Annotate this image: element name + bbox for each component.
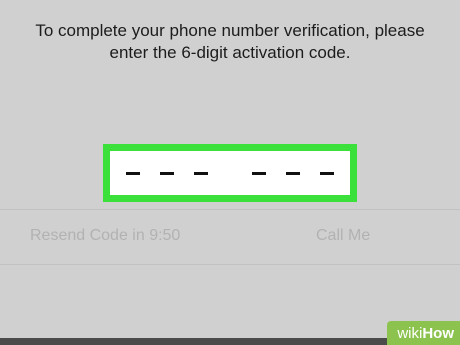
instruction-line-2: enter the 6-digit activation code. xyxy=(109,43,351,62)
instruction-text: To complete your phone number verificati… xyxy=(0,20,460,64)
code-input-highlight xyxy=(103,144,357,202)
digit-slot xyxy=(252,171,266,175)
digit-slot xyxy=(160,171,174,175)
digit-slot xyxy=(320,171,334,175)
wikihow-watermark: wiki How xyxy=(387,321,460,345)
resend-code-button[interactable]: Resend Code in 9:50 xyxy=(30,227,180,245)
divider-bottom xyxy=(0,264,460,265)
digit-slot xyxy=(194,171,208,175)
verification-code-input[interactable] xyxy=(110,151,350,195)
watermark-wiki: wiki xyxy=(397,324,423,342)
digit-slot xyxy=(126,171,140,175)
instruction-line-1: To complete your phone number verificati… xyxy=(35,21,425,40)
divider-top xyxy=(0,209,460,210)
watermark-how: How xyxy=(422,324,454,342)
call-me-button[interactable]: Call Me xyxy=(316,227,370,245)
digit-slot xyxy=(286,171,300,175)
